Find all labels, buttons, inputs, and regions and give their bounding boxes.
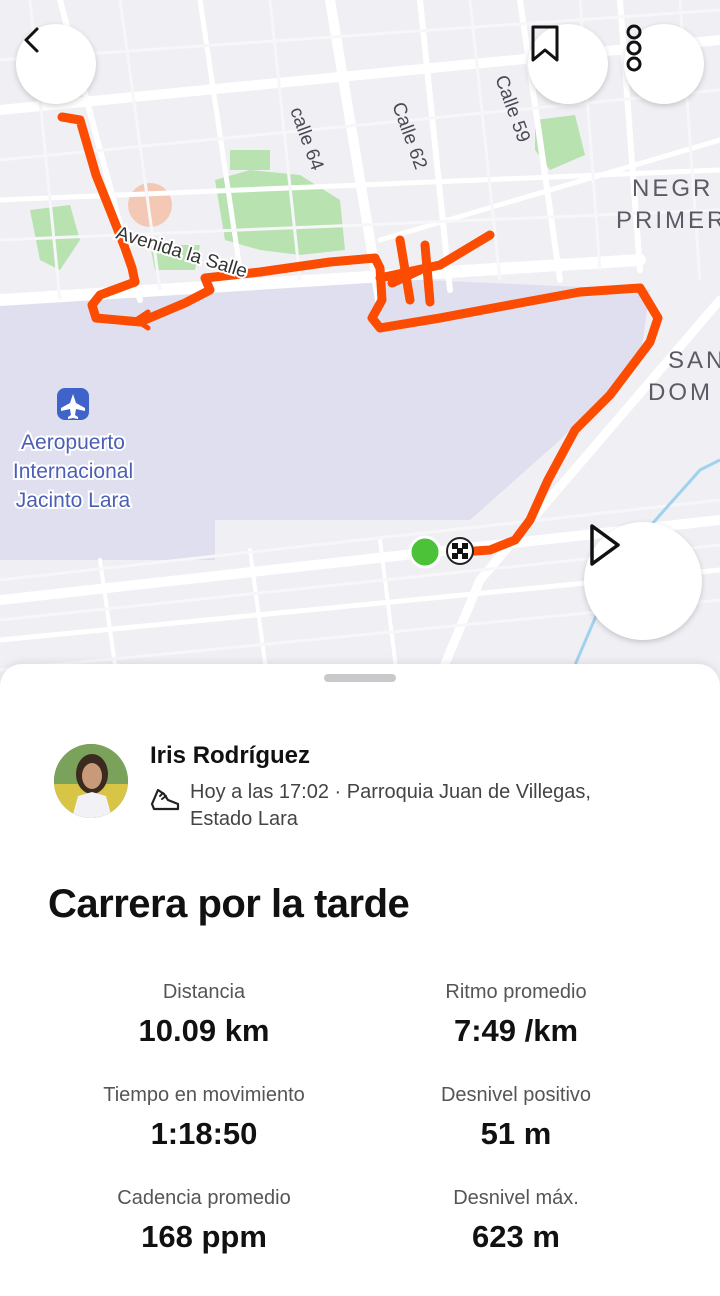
activity-sheet: Iris Rodríguez Hoy a las 17:02 · Parroqu…	[0, 664, 720, 1296]
bookmark-button[interactable]	[528, 24, 608, 104]
stat-value: 168 ppm	[141, 1219, 267, 1254]
stat-elevation-gain: Desnivel positivo 51 m	[361, 1084, 671, 1152]
play-icon	[590, 524, 620, 566]
stat-label: Ritmo promedio	[445, 981, 587, 1003]
stat-value: 7:49 /km	[453, 1013, 579, 1048]
play-flyover-button[interactable]	[584, 522, 702, 640]
athlete-name[interactable]: Iris Rodríguez	[150, 742, 310, 770]
more-vertical-icon	[626, 24, 642, 72]
airport-label: Internacional	[13, 460, 133, 483]
stat-label: Tiempo en movimiento	[103, 1084, 305, 1106]
stat-label: Distancia	[162, 981, 246, 1003]
stat-value: 10.09 km	[138, 1013, 270, 1048]
start-marker	[408, 535, 442, 569]
area-label: NEGR	[632, 175, 713, 202]
activity-meta: Hoy a las 17:02 · Parroquia Juan de Vill…	[190, 781, 591, 830]
route-map[interactable]: calle 64 Calle 62 Calle 59 Avenida la Sa…	[0, 0, 720, 700]
back-button[interactable]	[16, 24, 96, 104]
area-label: SAN	[668, 347, 720, 374]
avatar[interactable]	[54, 744, 128, 818]
stat-max-elevation: Desnivel máx. 623 m	[361, 1187, 671, 1255]
more-options-button[interactable]	[624, 24, 704, 104]
area-label: DOM	[648, 379, 713, 406]
sheet-drag-handle[interactable]	[324, 674, 396, 682]
stat-pace: Ritmo promedio 7:49 /km	[361, 981, 671, 1049]
stat-label: Desnivel máx.	[453, 1187, 579, 1209]
stat-cadence: Cadencia promedio 168 ppm	[49, 1187, 359, 1255]
stat-value: 1:18:50	[150, 1116, 258, 1151]
stat-label: Desnivel positivo	[440, 1084, 592, 1106]
stat-label: Cadencia promedio	[117, 1187, 291, 1209]
bookmark-icon	[531, 25, 559, 62]
activity-title: Carrera por la tarde	[48, 882, 410, 926]
stat-value: 623 m	[472, 1219, 560, 1254]
athlete-photo	[54, 744, 128, 818]
finish-marker	[446, 537, 474, 565]
chevron-left-icon	[24, 27, 39, 53]
running-shoe-icon	[150, 788, 180, 811]
area-label: PRIMER	[616, 207, 720, 234]
stat-value: 51 m	[480, 1116, 552, 1151]
airport-label: Jacinto Lara	[16, 489, 131, 512]
airport-label: Aeropuerto	[21, 431, 125, 454]
stat-moving-time: Tiempo en movimiento 1:18:50	[49, 1084, 359, 1152]
stat-distance: Distancia 10.09 km	[49, 981, 359, 1049]
